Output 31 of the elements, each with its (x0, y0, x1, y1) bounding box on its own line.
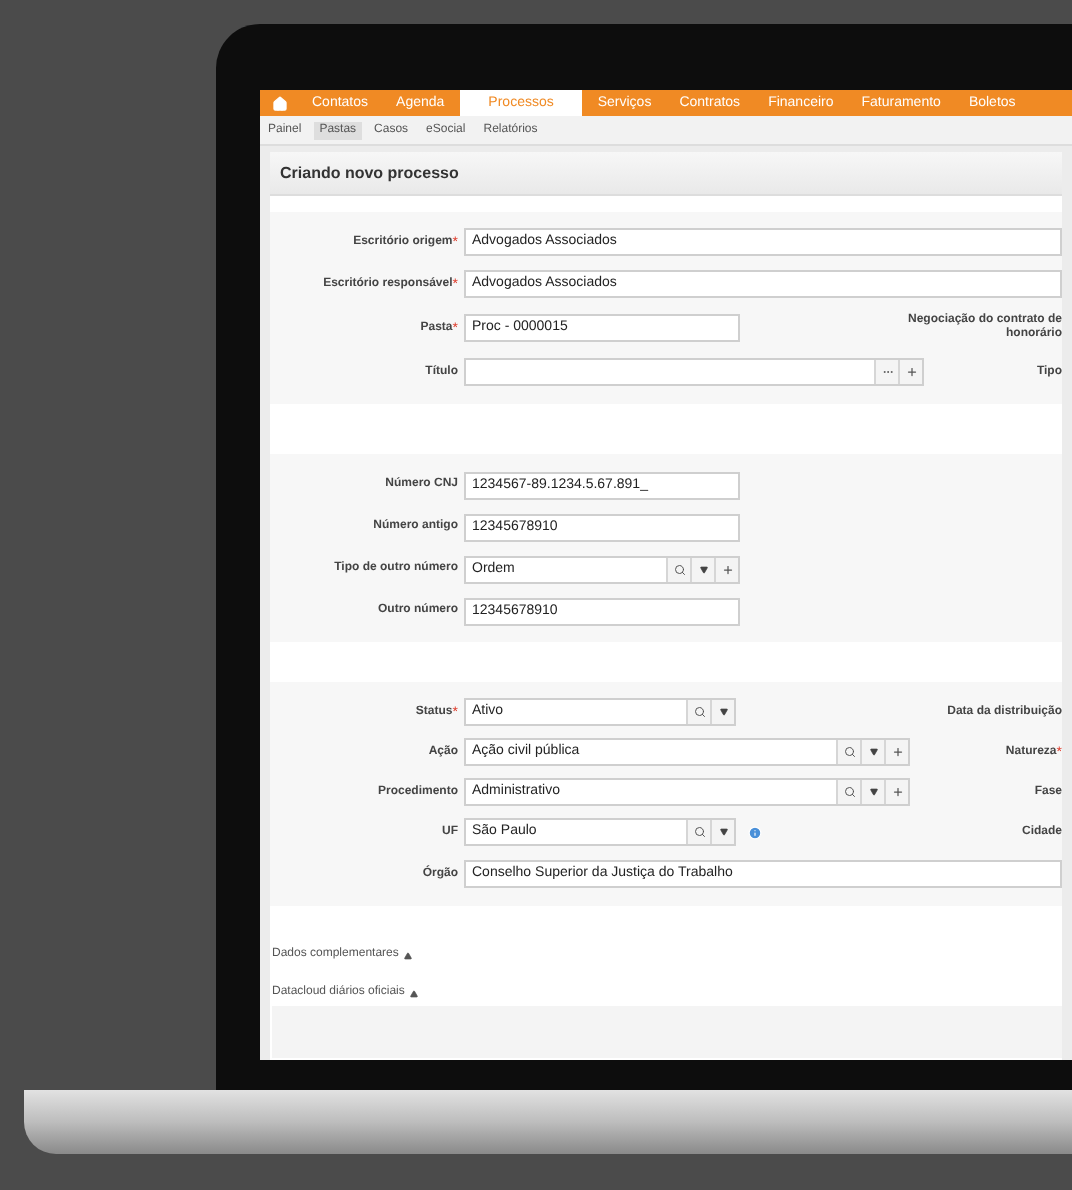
search-icon (693, 706, 705, 718)
caret-icon (719, 708, 727, 716)
home-icon[interactable] (272, 95, 288, 111)
search-icon (693, 826, 705, 838)
dropdown-button[interactable] (710, 820, 734, 844)
caret-icon (869, 788, 877, 796)
page-title: Criando novo processo (280, 161, 459, 185)
plus-icon (721, 563, 733, 575)
dropdown-button[interactable] (860, 740, 884, 764)
caret-icon (410, 989, 419, 997)
search-button[interactable] (666, 557, 690, 581)
input-field[interactable] (464, 358, 924, 386)
dropdown-button[interactable] (860, 780, 884, 804)
search-icon (673, 563, 685, 575)
search-button[interactable] (836, 740, 860, 764)
caret-icon (404, 951, 413, 959)
search-button[interactable] (686, 700, 710, 724)
search-button[interactable] (836, 780, 860, 804)
search-button[interactable] (686, 820, 710, 844)
plus-icon (891, 786, 903, 798)
search-icon (843, 746, 855, 758)
search-icon (843, 786, 855, 798)
info-icon[interactable] (748, 825, 762, 839)
add-button[interactable] (898, 360, 922, 384)
dropdown-button[interactable] (710, 700, 734, 724)
plus-icon (905, 366, 917, 378)
caret-icon (699, 565, 707, 573)
caret-icon (869, 748, 877, 756)
caret-icon (719, 828, 727, 836)
plus-icon (891, 746, 903, 758)
dropdown-button[interactable] (690, 557, 714, 581)
